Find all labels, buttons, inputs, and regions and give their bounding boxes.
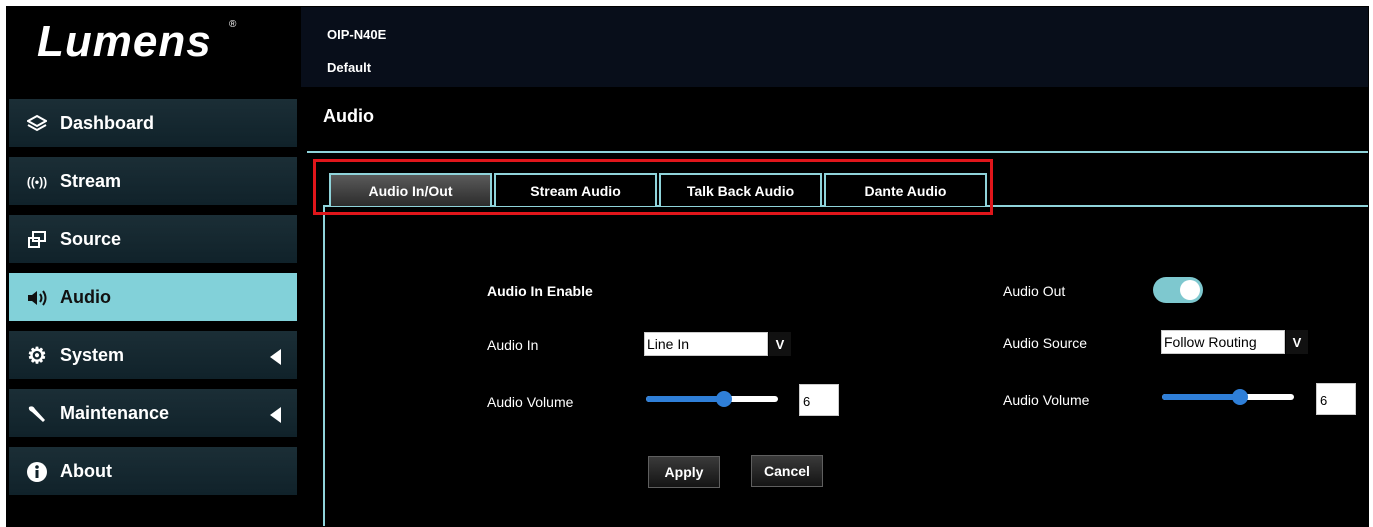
sidebar-item-label: Source: [60, 229, 122, 249]
audio-out-volume-value: 6: [1320, 393, 1328, 408]
wrench-icon: [25, 402, 49, 426]
audio-in-label: Audio In: [487, 337, 539, 353]
sidebar: Dashboard ((•)) Stream Source Audio ⚙ Sy…: [7, 87, 301, 526]
layers-icon: [25, 112, 49, 136]
gear-icon: ⚙: [27, 343, 47, 368]
audio-out-volume-label: Audio Volume: [1003, 392, 1090, 408]
broadcast-icon: ((•)): [26, 175, 48, 189]
expand-arrow-icon[interactable]: [270, 407, 281, 423]
audio-source-select[interactable]: Follow Routing: [1161, 330, 1285, 354]
sidebar-item-label: Dashboard: [60, 113, 155, 133]
lumens-logo: Lumens: [37, 17, 212, 66]
audio-out-label: Audio Out: [1003, 283, 1066, 299]
source-icon: [25, 228, 49, 252]
page-title: Audio: [323, 106, 374, 126]
logo-area: Lumens ®: [7, 7, 301, 87]
apply-button[interactable]: Apply: [648, 456, 720, 488]
info-icon: [25, 460, 49, 484]
sidebar-item-maintenance[interactable]: Maintenance: [9, 389, 297, 439]
audio-in-enable-label: Audio In Enable: [487, 283, 593, 299]
sidebar-item-stream[interactable]: ((•)) Stream: [9, 157, 297, 207]
audio-out-toggle[interactable]: [1153, 277, 1203, 303]
sidebar-item-about[interactable]: About: [9, 447, 297, 497]
sidebar-item-source[interactable]: Source: [9, 215, 297, 265]
audio-in-volume-label: Audio Volume: [487, 394, 574, 410]
sidebar-item-label: System: [60, 345, 125, 365]
sidebar-item-dashboard[interactable]: Dashboard: [9, 99, 297, 149]
chevron-down-icon[interactable]: V: [1286, 330, 1308, 354]
sidebar-item-system[interactable]: ⚙ System: [9, 331, 297, 381]
device-model: OIP-N40E: [327, 27, 387, 42]
audio-in-value: Line In: [647, 336, 690, 352]
tab-audio-in-out[interactable]: Audio In/Out: [329, 173, 492, 206]
audio-out-volume-slider[interactable]: [1162, 389, 1294, 405]
device-profile: Default: [327, 60, 372, 75]
title-divider: [307, 151, 1368, 153]
sidebar-item-label: Stream: [60, 171, 122, 191]
audio-out-volume-input[interactable]: 6: [1316, 383, 1356, 415]
toggle-knob: [1180, 280, 1200, 300]
main-content: Audio Audio In/Out Stream Audio Talk Bac…: [301, 87, 1368, 526]
sidebar-item-audio[interactable]: Audio: [9, 273, 297, 323]
speaker-icon: [25, 286, 49, 310]
audio-in-select[interactable]: Line In: [644, 332, 768, 356]
slider-fill: [1162, 394, 1240, 400]
audio-source-label: Audio Source: [1003, 335, 1088, 351]
tab-dante-audio[interactable]: Dante Audio: [824, 173, 987, 206]
audio-in-volume-input[interactable]: 6: [799, 384, 839, 416]
audio-source-value: Follow Routing: [1164, 334, 1257, 350]
tab-stream-audio[interactable]: Stream Audio: [494, 173, 657, 206]
sidebar-item-label: About: [60, 461, 112, 481]
cancel-button[interactable]: Cancel: [751, 455, 823, 487]
audio-in-volume-slider[interactable]: [646, 391, 778, 407]
panel-border: [323, 205, 325, 526]
top-header: OIP-N40E Default: [301, 7, 1368, 87]
sidebar-item-label: Maintenance: [60, 403, 170, 423]
chevron-down-icon[interactable]: V: [769, 332, 791, 356]
sidebar-item-label: Audio: [60, 287, 111, 307]
tab-talk-back-audio[interactable]: Talk Back Audio: [659, 173, 822, 206]
slider-handle[interactable]: [1232, 389, 1248, 405]
slider-fill: [646, 396, 724, 402]
app-window: Lumens ® OIP-N40E Default Dashboard ((•)…: [6, 6, 1369, 527]
slider-handle[interactable]: [716, 391, 732, 407]
audio-in-volume-value: 6: [803, 394, 811, 409]
expand-arrow-icon[interactable]: [270, 349, 281, 365]
registered-mark: ®: [229, 19, 237, 30]
